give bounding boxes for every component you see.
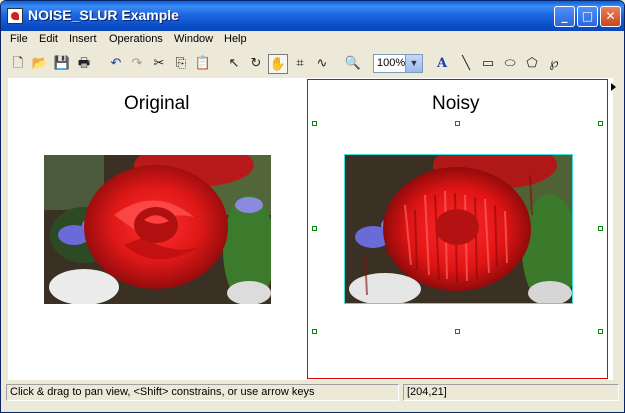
save-icon[interactable]: 💾	[52, 54, 72, 74]
magnifier-icon[interactable]: 🔍	[343, 54, 363, 74]
resize-handle[interactable]	[312, 226, 317, 231]
pan-hand-icon[interactable]: ✋	[268, 54, 288, 74]
menu-edit[interactable]: Edit	[39, 33, 58, 45]
copy-icon[interactable]: ⎘	[171, 54, 191, 74]
print-icon[interactable]: 🖶	[74, 54, 94, 74]
status-coordinates: [204,21]	[403, 384, 619, 401]
select-arrow-icon[interactable]: ↖	[224, 54, 244, 74]
resize-handle[interactable]	[455, 329, 460, 334]
rectangle-tool-icon[interactable]: ▭	[478, 54, 498, 74]
window-title: NOISE_SLUR Example	[28, 7, 179, 23]
original-image[interactable]	[44, 155, 271, 304]
resize-handle[interactable]	[455, 121, 460, 126]
chevron-down-icon[interactable]: ▼	[405, 55, 422, 72]
menu-insert[interactable]: Insert	[69, 33, 97, 45]
close-button[interactable]: ✕	[600, 6, 621, 27]
text-tool-icon[interactable]: A	[432, 54, 452, 74]
status-message: Click & drag to pan view, <Shift> constr…	[6, 384, 399, 401]
cut-icon[interactable]: ✂	[149, 54, 169, 74]
redo-icon[interactable]: ↷	[127, 54, 147, 74]
line-tool-icon[interactable]: ╲	[456, 54, 476, 74]
resize-handle[interactable]	[598, 121, 603, 126]
menu-file[interactable]: File	[10, 33, 28, 45]
expand-arrow-icon[interactable]	[611, 83, 616, 91]
maximize-button[interactable]: □	[577, 6, 598, 27]
new-file-icon[interactable]: 🗋	[8, 54, 28, 74]
menu-window[interactable]: Window	[174, 33, 213, 45]
menu-operations[interactable]: Operations	[109, 33, 163, 45]
rotate-icon[interactable]: ↻	[246, 54, 266, 74]
resize-handle[interactable]	[312, 121, 317, 126]
zoom-select[interactable]: 100% ▼	[373, 54, 423, 73]
undo-icon[interactable]: ↶	[106, 54, 126, 74]
original-title: Original	[124, 93, 190, 114]
menu-bar: File Edit Insert Operations Window Help	[1, 31, 624, 50]
resize-handle[interactable]	[598, 329, 603, 334]
original-rose-picture	[44, 155, 271, 304]
line-chart-icon[interactable]: ∿	[312, 54, 332, 74]
open-folder-icon[interactable]: 📂	[30, 54, 50, 74]
minimize-button[interactable]: _	[554, 6, 575, 27]
resize-handle[interactable]	[598, 226, 603, 231]
toolbar: 🗋 📂 💾 🖶 ↶ ↷ ✂ ⎘ 📋 ↖ ↻ ✋ ⌗ ∿ 🔍 A ╲ ▭ ⬭ ⬠ …	[1, 51, 624, 77]
crop-icon[interactable]: ⌗	[290, 54, 310, 74]
ellipse-tool-icon[interactable]: ⬭	[500, 54, 520, 74]
freehand-tool-icon[interactable]: ℘	[544, 54, 564, 74]
app-window: NOISE_SLUR Example _ □ ✕ File Edit Inser…	[0, 0, 625, 413]
paste-icon[interactable]: 📋	[193, 54, 213, 74]
app-icon[interactable]	[7, 8, 23, 24]
polygon-tool-icon[interactable]: ⬠	[522, 54, 542, 74]
zoom-value: 100%	[377, 57, 406, 69]
status-bar: Click & drag to pan view, <Shift> constr…	[1, 382, 624, 404]
resize-handle[interactable]	[312, 329, 317, 334]
menu-help[interactable]: Help	[224, 33, 247, 45]
title-bar[interactable]: NOISE_SLUR Example _ □ ✕	[1, 1, 624, 31]
